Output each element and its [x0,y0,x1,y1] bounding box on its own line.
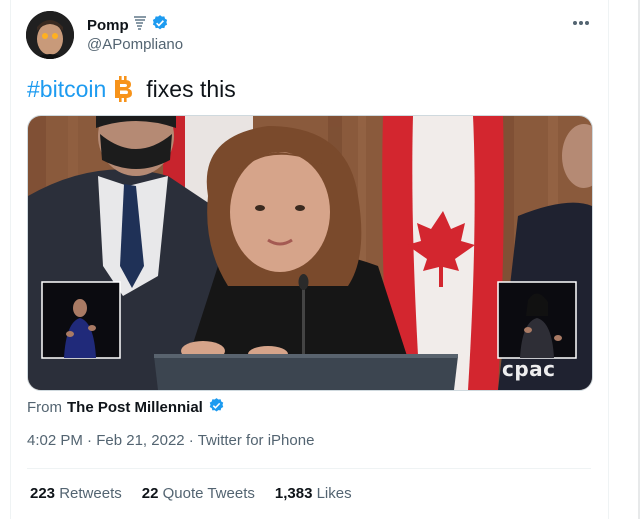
author-handle[interactable]: @APompliano [87,36,183,53]
more-options-icon[interactable] [570,14,592,32]
avatar[interactable] [26,11,74,59]
author-name[interactable]: Pomp [87,17,129,34]
tornado-emoji-icon [133,15,147,36]
verified-badge-icon [208,397,225,418]
verified-badge-icon [151,14,169,37]
tweet-date-link[interactable]: Feb 21, 2022 [96,432,184,449]
tweet-timestamp: 4:02 PM · Feb 21, 2022 · Twitter for iPh… [27,432,315,449]
tweet-client-link[interactable]: Twitter for iPhone [198,432,315,449]
source-name-link[interactable]: The Post Millennial [67,399,203,416]
source-prefix: From [27,399,62,416]
timeline-edge [618,0,640,519]
likes-stat[interactable]: 1,383 Likes [275,485,352,502]
retweets-stat[interactable]: 223 Retweets [30,485,122,502]
engagement-stats: 223 Retweets 22 Quote Tweets 1,383 Likes [30,485,352,502]
cpac-watermark: cpac [502,357,556,381]
divider [27,468,591,469]
tweet-time-link[interactable]: 4:02 PM [27,432,83,449]
media-source: From The Post Millennial [27,397,225,418]
author-name-row[interactable]: Pomp [87,14,169,37]
tweet-text: #bitcoin fixes this [27,74,236,104]
bitcoin-icon [112,76,134,102]
hashtag-link[interactable]: #bitcoin [27,74,106,104]
quote-tweets-stat[interactable]: 22 Quote Tweets [142,485,255,502]
tweet-body-text: fixes this [146,76,236,102]
tweet-video[interactable]: cpac [27,115,593,391]
